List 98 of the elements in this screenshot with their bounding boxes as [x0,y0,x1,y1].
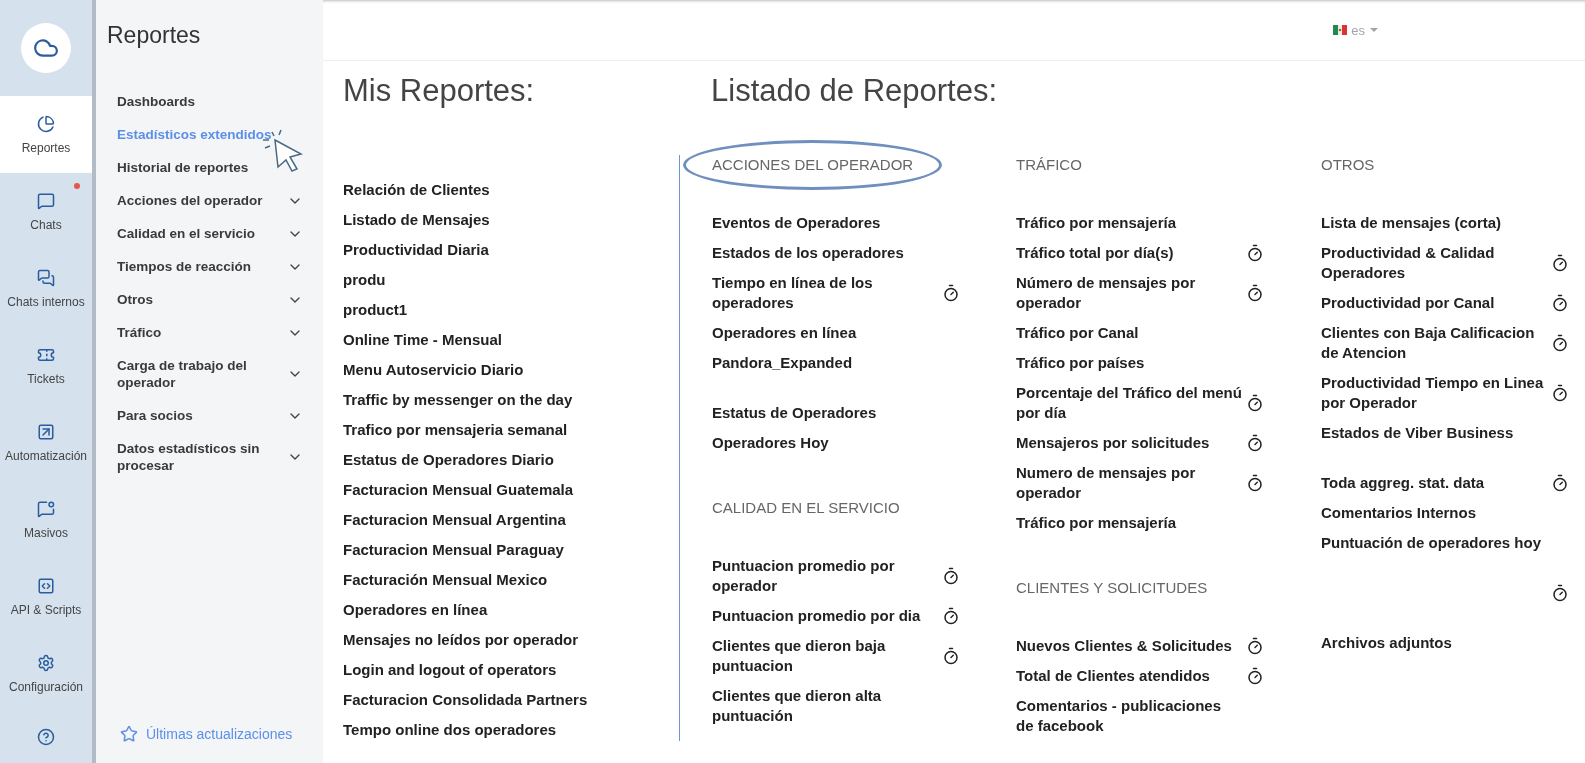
nav-item[interactable]: Reportes [0,96,92,173]
report-link[interactable]: Estatus de Operadores [712,403,877,423]
nav-icon [37,191,55,210]
report-link[interactable]: Lista de mensajes (corta) [1321,213,1502,233]
category-heading: TRÁFICO [1016,155,1082,175]
nav-label: Automatización [4,448,87,463]
category-heading: CLIENTES Y SOLICITUDES [1016,578,1208,598]
flag-icon [1333,25,1348,35]
sidebar-item[interactable]: Acciones del operador [117,184,323,217]
report-link[interactable]: Facturacion Mensual Argentina [343,505,679,535]
sidebar-item[interactable]: Dashboards [117,85,323,118]
sidebar-item[interactable]: Calidad en el servicio [117,217,323,250]
report-link[interactable]: Puntuacion promedio por dia [712,606,921,626]
nav-icon [37,268,55,287]
report-link[interactable]: Archivos adjuntos [1321,633,1452,653]
nav-icon [37,114,55,133]
sidebar-item[interactable]: Historial de reportes [117,151,323,184]
nav-label: Masivos [24,525,68,540]
report-link[interactable]: Número de mensajes por operador [1016,273,1242,313]
report-link[interactable]: Numero de mensajes por operador [1016,463,1242,503]
nav-item[interactable]: Automatización [0,404,92,481]
sidebar-item[interactable]: Tráfico [117,316,323,349]
report-link[interactable]: Productividad por Canal [1321,293,1495,313]
report-link[interactable]: Puntuacion promedio por operador [712,556,938,596]
nav-label: Tickets [27,371,65,386]
report-link[interactable]: Mensajes no leídos por operador [343,625,679,655]
report-link[interactable]: Porcentaje del Tráfico del menú por día [1016,383,1242,423]
report-link[interactable]: Login and logout of operators [343,655,679,685]
nav-item[interactable]: Configuración [0,635,92,712]
nav-icon [37,653,55,672]
sidebar-item[interactable]: Carga de trabajo del operador [117,349,323,399]
nav-label: API & Scripts [10,602,82,617]
nav-item[interactable]: Chats [0,173,92,250]
report-link[interactable]: Total de Clientes atendidos [1016,666,1210,686]
report-link[interactable]: Mensajeros por solicitudes [1016,433,1210,453]
report-link[interactable]: Productividad Diaria [343,235,679,265]
report-link[interactable]: Comentarios Internos [1321,503,1477,523]
report-link[interactable]: Tráfico total por día(s) [1016,243,1174,263]
report-link[interactable]: Clientes que dieron baja puntuacion [712,636,938,676]
report-link[interactable]: Estatus de Operadores Diario [343,445,679,475]
nav-item[interactable]: Tickets [0,327,92,404]
report-link[interactable]: Facturación Mensual Mexico [343,565,679,595]
nav-label: Chats internos [7,294,85,309]
report-link[interactable]: Trafico por mensajeria semanal [343,415,679,445]
report-link[interactable]: Tiempo en línea de los operadores [712,273,938,313]
report-link[interactable]: Nuevos Clientes & Solicitudes [1016,636,1232,656]
report-link[interactable]: Tráfico por mensajería [1016,513,1177,533]
report-link[interactable]: Estados de los operadores [712,243,904,263]
category-heading: ACCIONES DEL OPERADOR [683,140,943,190]
nav-item[interactable]: Masivos [0,481,92,558]
sidebar-item[interactable]: Tiempos de reacción [117,250,323,283]
nav-icon [37,576,55,595]
category-heading: CALIDAD EN EL SERVICIO [712,498,900,518]
report-link[interactable]: Tráfico por Canal [1016,323,1139,343]
report-link[interactable]: produ [343,265,679,295]
category-heading: OTROS [1321,155,1375,175]
logo-icon[interactable] [21,23,71,73]
report-link[interactable]: Comentarios - publicaciones de facebook [1016,696,1242,736]
report-link[interactable]: Facturacion Consolidada Partners [343,685,679,715]
report-link[interactable]: Clientes con Baja Calificacion de Atencion [1321,323,1547,363]
report-link[interactable]: Online Time - Mensual [343,325,679,355]
report-link[interactable]: Facturacion Mensual Paraguay [343,535,679,565]
report-link[interactable]: Tráfico por mensajería [1016,213,1177,233]
report-link[interactable]: Tráfico por países [1016,353,1145,373]
report-link[interactable]: Productividad & Calidad Operadores [1321,243,1547,283]
report-link[interactable]: Operadores en línea [343,595,679,625]
report-link[interactable]: Traffic by messenger on the day [343,385,679,415]
report-link[interactable]: Facturacion Mensual Guatemala [343,475,679,505]
report-link[interactable]: Operadores Hoy [712,433,829,453]
nav-label: Chats [30,217,62,232]
section-heading: Mis Reportes: [343,75,536,107]
report-link[interactable]: Tempo online dos operadores [343,715,679,745]
help-icon[interactable] [37,728,55,746]
report-link[interactable]: Estados de Viber Business [1321,423,1514,443]
report-link[interactable]: Operadores en línea [712,323,857,343]
report-link[interactable]: Puntuación de operadores hoy [1321,533,1542,553]
report-link[interactable]: Pandora_Expanded [712,353,853,373]
report-link[interactable]: Clientes que dieron alta puntuación [712,686,938,726]
nav-icon [37,422,55,441]
report-link[interactable]: Listado de Mensajes [343,205,679,235]
nav-icon [37,499,55,518]
nav-item[interactable]: API & Scripts [0,558,92,635]
report-link[interactable]: Productividad Tiempo en Linea por Operador [1321,373,1547,413]
caret-icon [1369,27,1379,33]
nav-label: Configuración [8,679,83,694]
report-link[interactable]: Menu Autoservicio Diario [343,355,679,385]
report-link[interactable]: product1 [343,295,679,325]
sidebar-item[interactable]: Datos estadísticos sin procesar [117,432,323,482]
sidebar-item[interactable]: Otros [117,283,323,316]
nav-label: Reportes [21,140,71,155]
sidebar-title: Reportes [107,21,202,49]
nav-item[interactable]: Chats internos [0,250,92,327]
report-link[interactable]: Eventos de Operadores [712,213,881,233]
star-icon [120,725,138,743]
sidebar-item[interactable]: Para socios [117,399,323,432]
section-heading: Listado de Reportes: [710,75,999,107]
report-link[interactable]: Relación de Clientes [343,175,679,205]
report-link[interactable]: Toda aggreg. stat. data [1321,473,1485,493]
